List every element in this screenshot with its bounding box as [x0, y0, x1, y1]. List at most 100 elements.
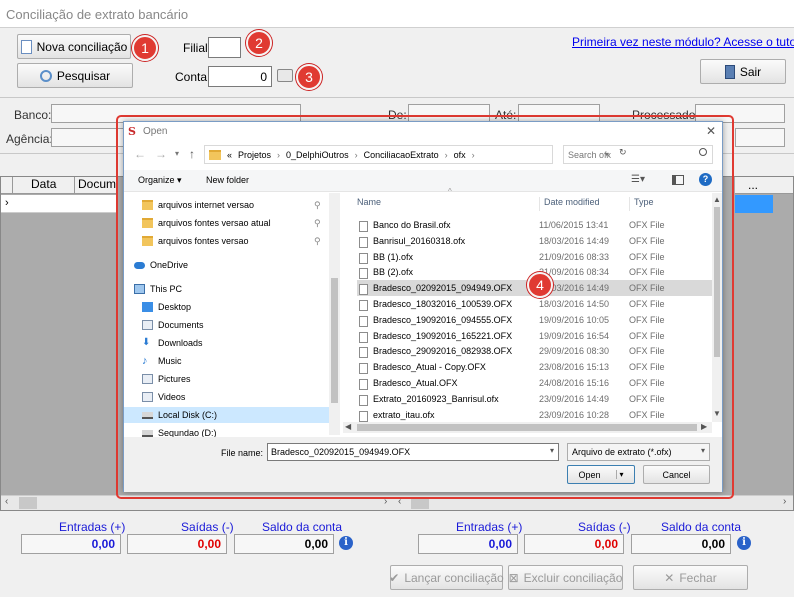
open-split-dropdown-icon[interactable]: ▾ — [615, 470, 624, 479]
filename-input[interactable]: Bradesco_02092015_094949.OFX ▾ — [267, 443, 559, 461]
col-data[interactable]: Data — [13, 177, 75, 193]
preview-pane-icon[interactable] — [672, 175, 684, 185]
tutorial-link[interactable]: Primeira vez neste módulo? Acesse o tuto… — [572, 35, 794, 49]
search-box[interactable]: Search ofx — [563, 145, 713, 164]
file-row[interactable]: Bradesco_19092016_165221.OFX 19/09/2016 1… — [357, 328, 713, 344]
file-name: Bradesco_18032016_100539.OFX — [373, 299, 513, 309]
breadcrumb-ofx[interactable]: ofx — [454, 150, 466, 160]
selected-cell[interactable] — [735, 195, 773, 213]
breadcrumb-delphi[interactable]: 0_DelphiOutros — [286, 150, 349, 160]
folder-icon — [142, 218, 153, 228]
nav-item[interactable]: Local Disk (C:) — [124, 407, 329, 423]
nav-item[interactable]: arquivos internet versao ⚲ — [124, 197, 329, 213]
nav-item-label: Local Disk (C:) — [158, 410, 218, 420]
file-icon — [359, 221, 368, 232]
help-icon[interactable]: ? — [699, 173, 712, 186]
col-type[interactable]: Type — [629, 197, 699, 211]
file-row[interactable]: Bradesco_18032016_100539.OFX 18/03/2016 1… — [357, 296, 713, 312]
nav-scrollbar[interactable] — [329, 193, 340, 435]
computer-icon — [134, 284, 145, 294]
info-icon-left[interactable]: i — [339, 536, 353, 550]
recent-dropdown-icon[interactable]: ▾ — [175, 149, 179, 158]
search-icon — [699, 148, 707, 156]
file-icon — [359, 268, 368, 280]
file-icon — [359, 347, 368, 359]
file-icon — [359, 363, 368, 375]
col-name[interactable]: Name — [357, 197, 539, 211]
file-row[interactable]: Bradesco_Atual - Copy.OFX 23/08/2016 15:1… — [357, 359, 713, 375]
nav-item[interactable]: arquivos fontes versao atual ⚲ — [124, 215, 329, 231]
cancel-button[interactable]: Cancel — [643, 465, 710, 484]
breadcrumb-projetos[interactable]: Projetos — [238, 150, 271, 160]
delete-document-icon: ⊠ — [508, 570, 519, 585]
pin-icon[interactable]: ⚲ — [314, 218, 321, 229]
nova-conciliacao-button[interactable]: Nova conciliação — [17, 34, 131, 59]
nav-item[interactable]: Videos — [124, 389, 329, 405]
folder-icon — [142, 236, 153, 246]
file-row[interactable]: BB (1).ofx 21/09/2016 08:33 OFX File — [357, 249, 713, 265]
pin-icon[interactable]: ⚲ — [314, 200, 321, 211]
fechar-button[interactable]: ✕ Fechar — [633, 565, 748, 590]
excluir-conciliacao-button[interactable]: ⊠ Excluir conciliação — [508, 565, 623, 590]
file-row[interactable]: Extrato_20160923_Banrisul.ofx 23/09/2016 … — [357, 391, 713, 407]
dialog-title-bar: S Open ✕ — [124, 122, 722, 142]
folder-open-icon[interactable] — [277, 69, 293, 82]
organize-menu[interactable]: Organize ▾ — [138, 175, 182, 186]
forward-arrow-icon[interactable]: → — [155, 147, 167, 161]
new-folder-button[interactable]: New folder — [206, 175, 249, 185]
breadcrumb-conciliacao[interactable]: ConciliacaoExtrato — [364, 150, 439, 160]
filial-input[interactable] — [208, 37, 241, 58]
nav-item-label: arquivos fontes versao — [158, 236, 249, 246]
nav-item[interactable]: This PC — [124, 281, 329, 297]
file-row[interactable]: Banrisul_20160318.ofx 18/03/2016 14:49 OFX… — [357, 233, 713, 249]
step-badge-2: 2 — [246, 30, 272, 56]
nav-item[interactable]: Pictures — [124, 371, 329, 387]
navigation-pane: arquivos internet versao ⚲ arquivos fontes… — [124, 193, 340, 438]
view-options-icon[interactable]: ☰▾ — [631, 174, 645, 185]
nav-item[interactable]: OneDrive — [124, 257, 329, 273]
lancar-conciliacao-button[interactable]: ✔ Lançar conciliação — [389, 565, 504, 590]
download-icon: ⬇ — [142, 337, 151, 348]
nav-item[interactable]: Documents — [124, 317, 329, 333]
file-type: OFX File — [629, 378, 665, 388]
nav-item[interactable]: ⬇ Downloads — [124, 335, 329, 351]
nav-item[interactable]: ♪ Music — [124, 353, 329, 369]
filename-dropdown-icon[interactable]: ▾ — [550, 446, 554, 455]
file-list-vscrollbar[interactable]: ▲ ▼ — [712, 193, 722, 422]
nav-item[interactable]: Desktop — [124, 299, 329, 315]
pin-icon[interactable]: ⚲ — [314, 236, 321, 247]
col-documento[interactable]: Docum — [75, 177, 116, 193]
address-bar[interactable]: « Projetos › 0_DelphiOutros › Conciliaca… — [204, 145, 627, 164]
folder-icon — [209, 149, 221, 160]
file-type: OFX File — [629, 299, 665, 309]
file-list-hscrollbar[interactable]: ◀ ▶ — [343, 422, 712, 433]
nav-item[interactable]: arquivos fontes versao ⚲ — [124, 233, 329, 249]
back-arrow-icon[interactable]: ← — [134, 147, 146, 161]
file-type-select[interactable]: Arquivo de extrato (*.ofx) ▾ — [567, 443, 710, 461]
file-name: Bradesco_19092016_165221.OFX — [373, 330, 513, 341]
file-type: OFX File — [629, 235, 665, 246]
info-icon-right[interactable]: i — [737, 536, 751, 550]
open-button[interactable]: Open ▾ — [567, 465, 635, 484]
file-date: 18/03/2016 14:49 — [539, 235, 610, 246]
desktop-icon — [142, 302, 153, 312]
file-name: Bradesco_Atual - Copy.OFX — [373, 362, 486, 373]
dialog-close-icon[interactable]: ✕ — [706, 124, 716, 138]
file-date: 18/03/2016 14:50 — [539, 299, 610, 309]
file-row[interactable]: Bradesco_29092016_082938.OFX 29/09/2016 0… — [357, 343, 713, 359]
up-arrow-icon[interactable]: ↑ — [189, 147, 195, 161]
grid-row[interactable]: › — [1, 195, 116, 213]
conta-input[interactable]: 0 — [208, 66, 272, 87]
row-indicator-icon: › — [5, 197, 9, 209]
file-row[interactable]: extrato_itau.ofx 23/09/2016 10:28 OFX File — [357, 407, 713, 423]
file-row[interactable]: Banco do Brasil.ofx 11/06/2015 13:41 OFX F… — [357, 217, 713, 233]
pesquisar-button[interactable]: Pesquisar — [17, 63, 133, 88]
window-title: Conciliação de extrato bancário — [6, 7, 189, 22]
file-row[interactable]: Bradesco_19092016_094555.OFX 19/09/2016 1… — [357, 312, 713, 328]
file-name: extrato_itau.ofx — [373, 409, 435, 420]
nav-item-label: Pictures — [158, 374, 191, 384]
col-date[interactable]: Date modified — [539, 197, 629, 211]
file-row[interactable]: Bradesco_Atual.OFX 24/08/2016 15:16 OFX Fi… — [357, 375, 713, 391]
banco-label: Banco: — [14, 108, 52, 122]
sair-button[interactable]: Sair — [700, 59, 786, 84]
